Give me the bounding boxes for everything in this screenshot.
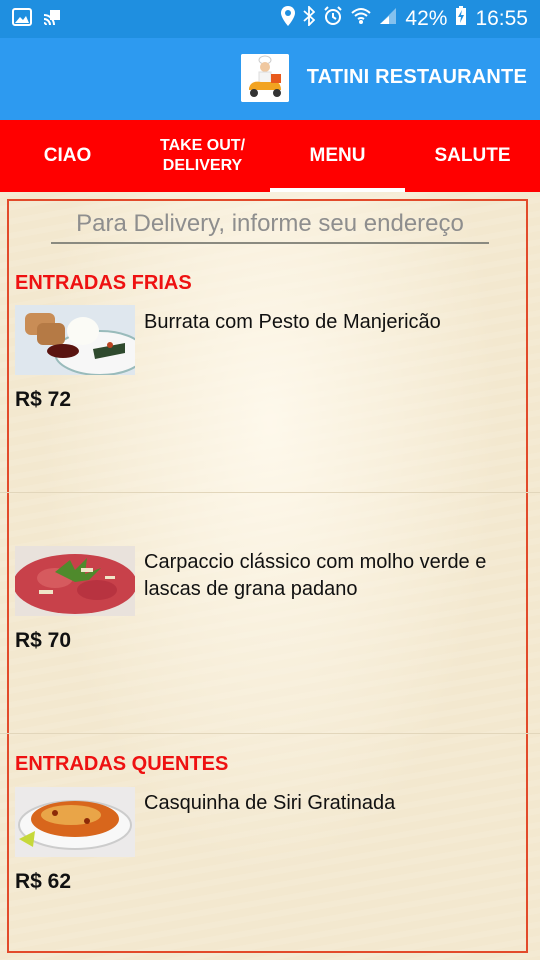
tab-ciao[interactable]: CIAO: [0, 120, 135, 192]
item-name-burrata[interactable]: Burrata com Pesto de Manjericão: [144, 309, 529, 336]
item-divider: [0, 733, 540, 734]
alarm-icon: [323, 6, 343, 31]
menu-content[interactable]: ENTRADAS FRIAS Burrata com Pesto de Manj…: [0, 192, 540, 960]
section-title-entradas-quentes: ENTRADAS QUENTES: [15, 753, 229, 775]
clock-time: 16:55: [475, 6, 528, 30]
item-name-casquinha[interactable]: Casquinha de Siri Gratinada: [144, 790, 529, 817]
address-search-input[interactable]: [51, 206, 489, 244]
tab-bar: CIAO TAKE OUT/ DELIVERY MENU SALUTE: [0, 120, 540, 192]
battery-charging-icon: [455, 6, 467, 31]
status-bar: 42% 16:55: [0, 0, 540, 38]
delivery-chef-scooter-icon: [241, 54, 289, 102]
casquinha-photo[interactable]: [15, 787, 135, 857]
item-price-carpaccio: R$ 70: [15, 629, 72, 652]
item-divider: [0, 492, 540, 493]
tab-menu[interactable]: MENU: [270, 120, 405, 192]
tab-salute[interactable]: SALUTE: [405, 120, 540, 192]
wifi-icon: [351, 7, 372, 30]
signal-icon: [379, 7, 397, 30]
item-price-casquinha: R$ 62: [15, 870, 72, 893]
app-title: TATINI RESTAURANTE: [306, 66, 527, 88]
bluetooth-icon: [303, 4, 316, 31]
tab-take-out-delivery[interactable]: TAKE OUT/ DELIVERY: [135, 120, 270, 192]
item-price-burrata: R$ 72: [15, 388, 72, 411]
image-icon: [12, 8, 32, 31]
carpaccio-photo[interactable]: [15, 546, 135, 616]
section-title-entradas-frias: ENTRADAS FRIAS: [15, 272, 192, 294]
app-bar: TATINI RESTAURANTE: [0, 38, 540, 120]
battery-percent: 42%: [405, 6, 448, 30]
location-icon: [281, 6, 296, 31]
cast-icon: [42, 8, 62, 31]
item-name-carpaccio[interactable]: Carpaccio clássico com molho verde e las…: [144, 549, 529, 603]
burrata-photo[interactable]: [15, 305, 135, 375]
